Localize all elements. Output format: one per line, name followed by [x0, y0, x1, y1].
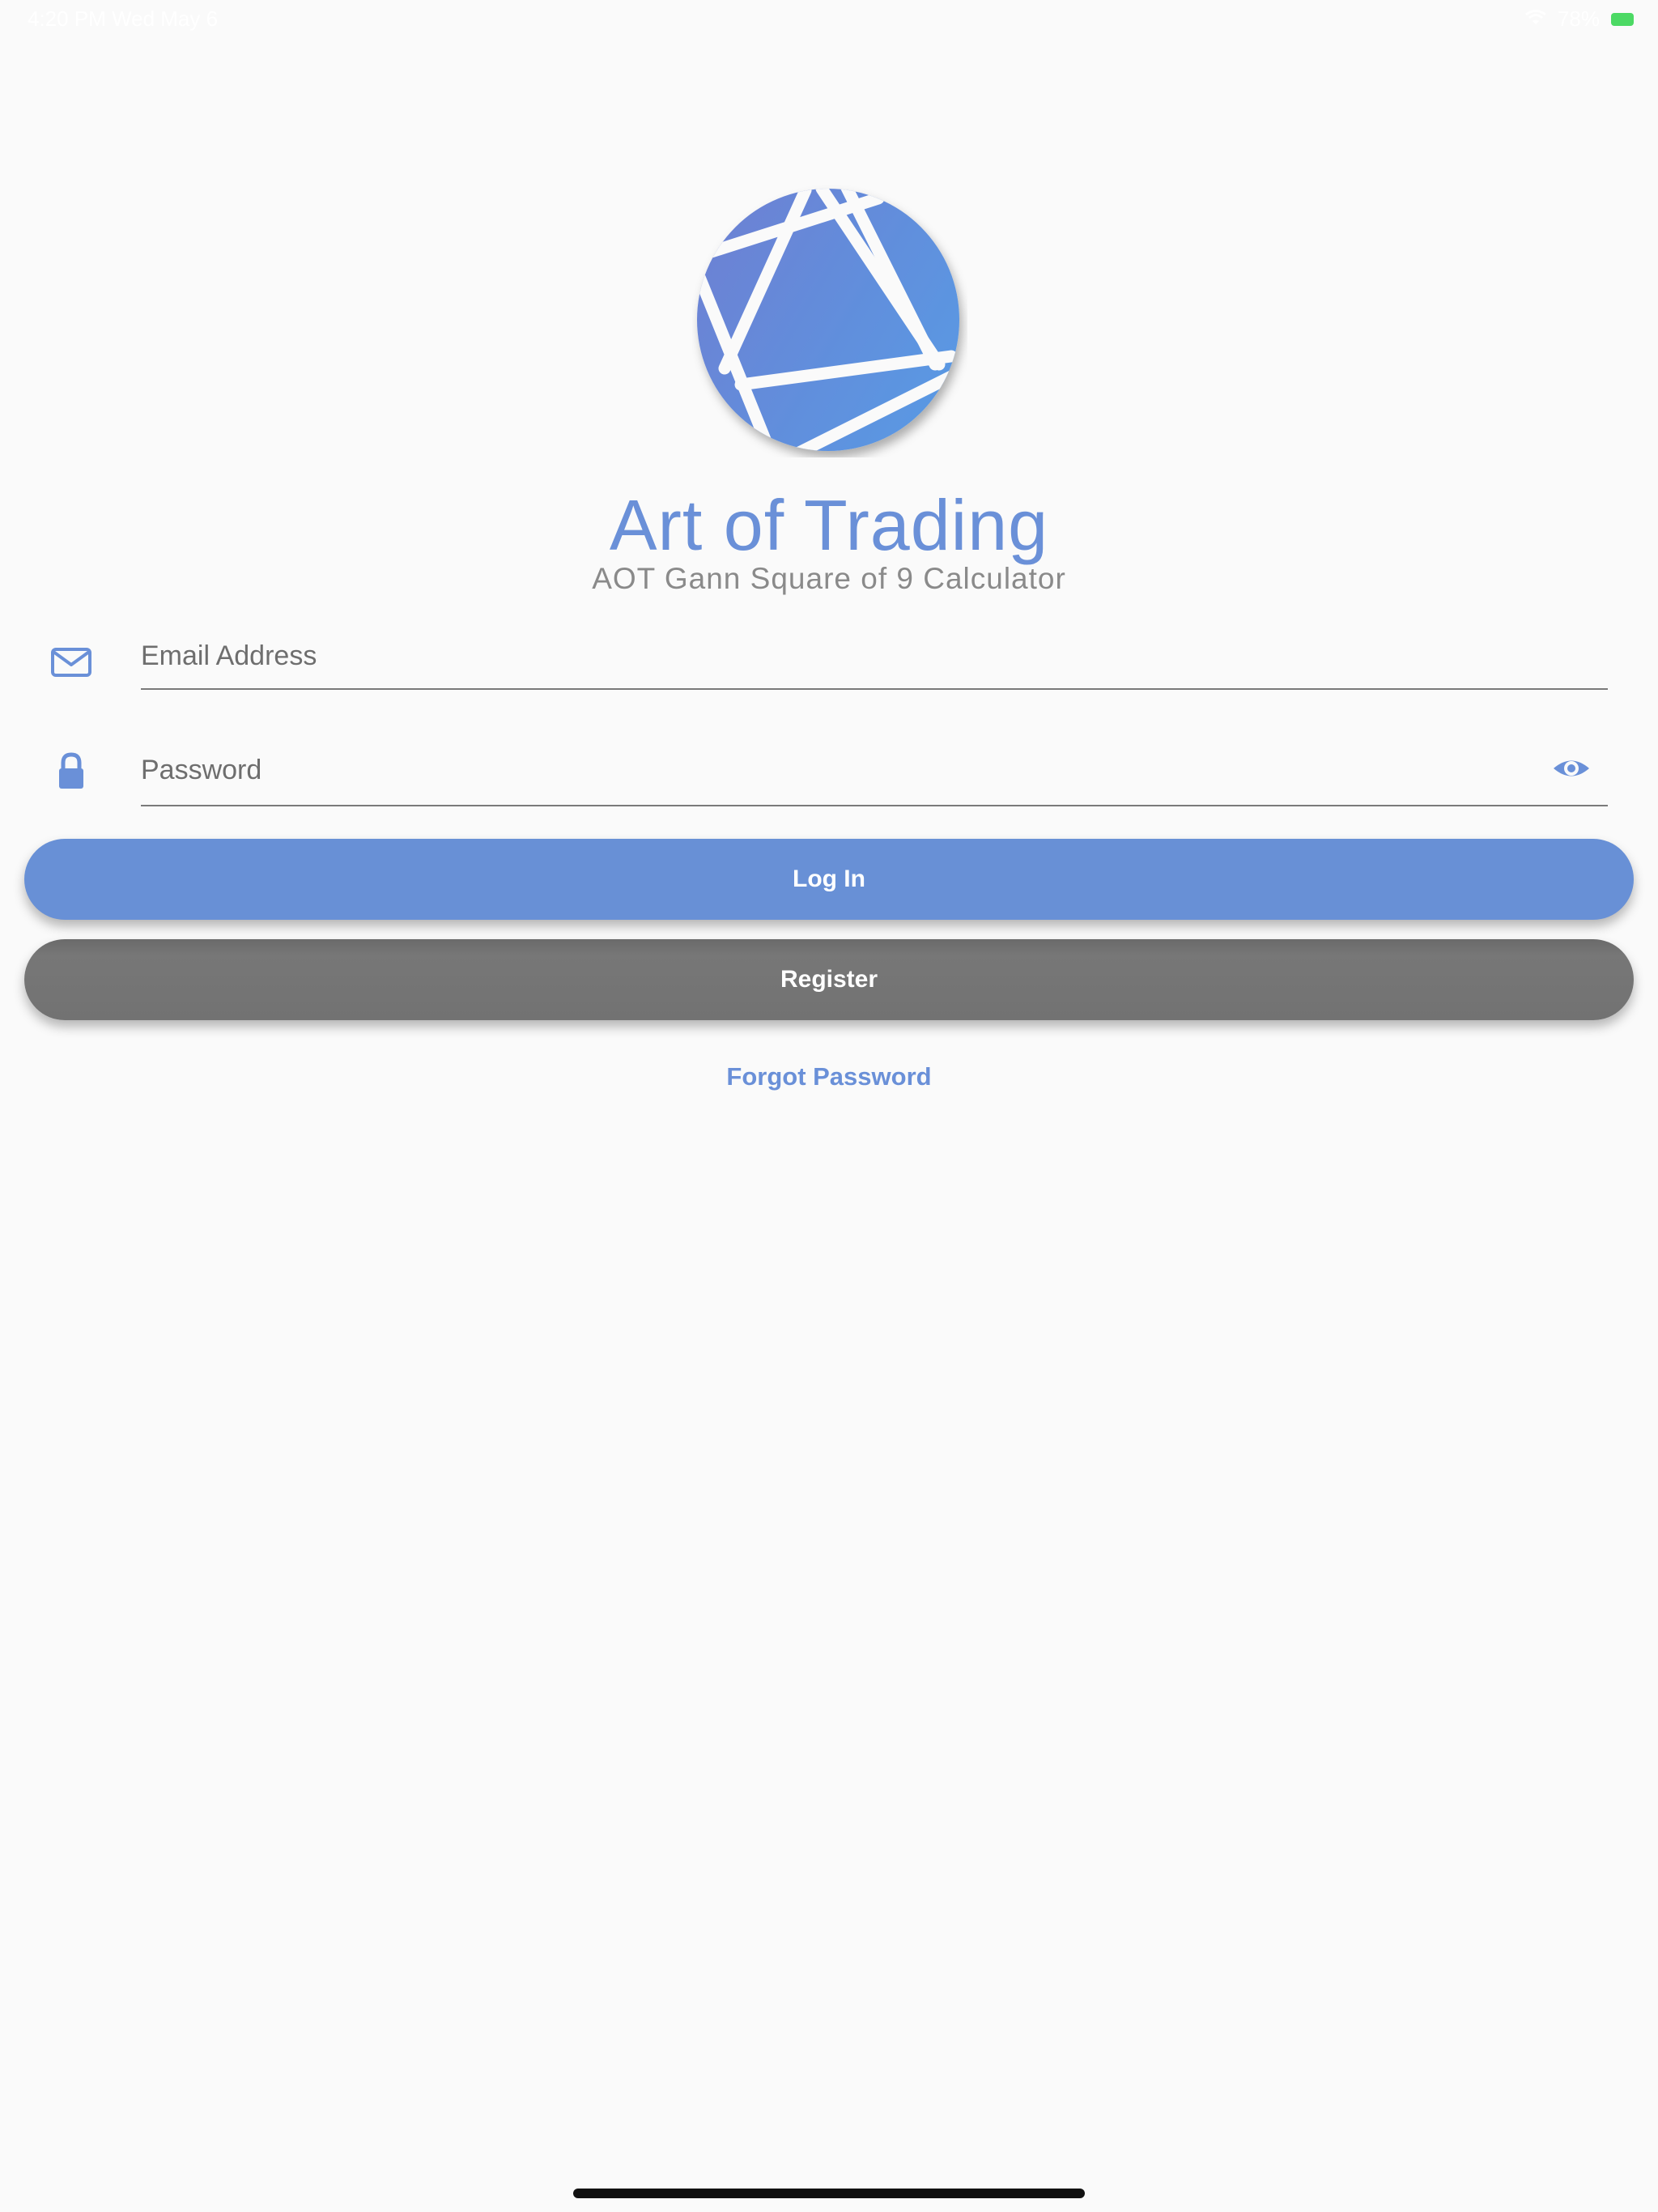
status-time: 4:20 PM [28, 6, 106, 31]
status-bar: 4:20 PM Wed May 6 78% [0, 0, 1658, 39]
status-indicators: 78% [1525, 6, 1634, 32]
app-logo [692, 182, 967, 457]
forgot-password-link[interactable]: Forgot Password [0, 1062, 1658, 1091]
login-screen: 4:20 PM Wed May 6 78% Art of Trading AOT… [0, 0, 1658, 2212]
email-input[interactable] [141, 640, 1608, 690]
password-underline [141, 805, 1608, 806]
register-button[interactable]: Register [24, 939, 1634, 1020]
app-subtitle: AOT Gann Square of 9 Calculator [592, 562, 1066, 595]
status-time-date: 4:20 PM Wed May 6 [28, 6, 218, 32]
home-indicator[interactable] [573, 2189, 1085, 2198]
password-input[interactable] [141, 751, 1566, 806]
login-button[interactable]: Log In [24, 839, 1634, 920]
envelope-icon [49, 640, 94, 685]
app-title: Art of Trading [609, 485, 1049, 565]
eye-icon[interactable] [1551, 748, 1592, 789]
battery-icon [1611, 12, 1634, 26]
battery-percent: 78% [1557, 6, 1600, 31]
wifi-icon [1525, 6, 1546, 32]
status-date: Wed May 6 [112, 6, 219, 31]
lock-icon [49, 748, 94, 793]
